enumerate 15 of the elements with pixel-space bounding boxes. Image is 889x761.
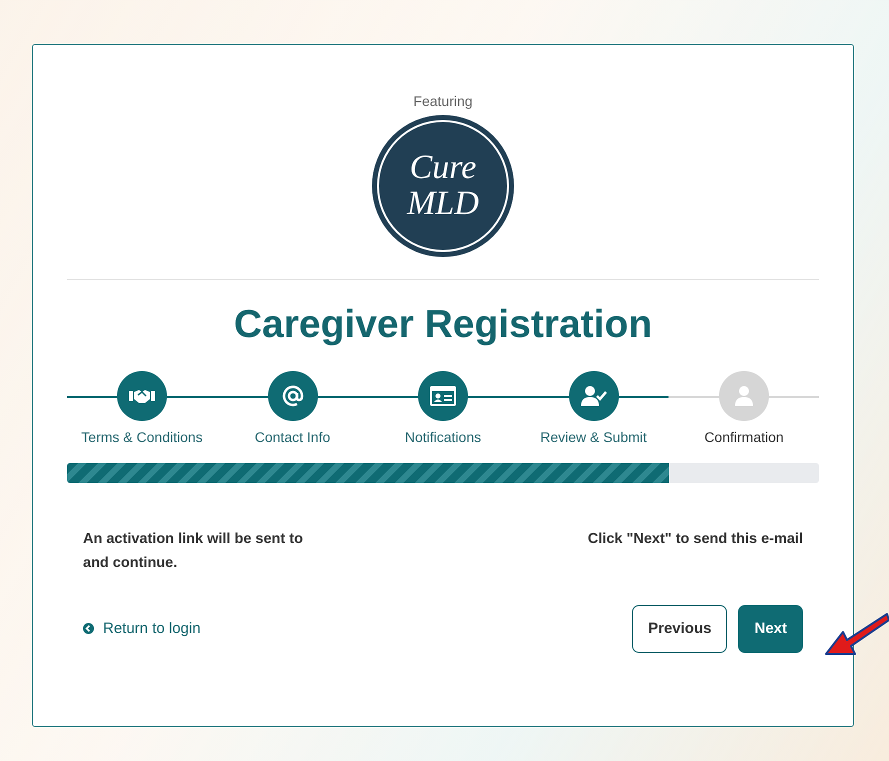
message-text: Click "Next" to send this e-mail (588, 530, 803, 549)
previous-button[interactable]: Previous (632, 604, 728, 653)
back-icon (83, 623, 94, 634)
next-button[interactable]: Next (738, 604, 803, 653)
logo: Cure MLD (372, 115, 514, 257)
page-title: Caregiver Registration (232, 302, 654, 348)
step-label: Notifications (404, 428, 482, 445)
return-to-login-link[interactable]: Return to login (83, 620, 201, 638)
step-label: Contact Info (254, 428, 330, 445)
message-text: and continue. (83, 554, 178, 573)
featuring-caption: Featuring (413, 93, 473, 109)
step-label: Terms & Conditions (81, 428, 203, 445)
message-text: An activation link will be sent to (83, 530, 303, 549)
step-label: Review & Submit (540, 428, 647, 445)
step-label: Confirmation (704, 428, 784, 445)
